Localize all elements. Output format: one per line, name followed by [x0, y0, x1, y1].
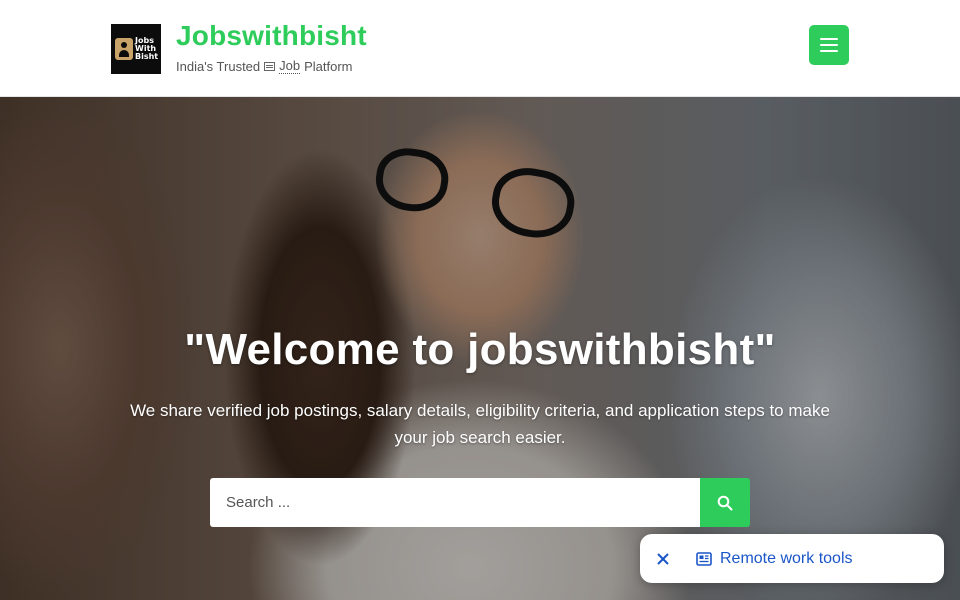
hero-banner: "Welcome to jobswithbisht" We share veri… — [0, 97, 960, 600]
floating-link-chip: Remote work tools — [640, 534, 944, 583]
hero-subtitle: We share verified job postings, salary d… — [130, 401, 830, 447]
hamburger-menu-icon — [820, 38, 838, 40]
person-badge-icon — [115, 38, 133, 60]
logo-line: Bisht — [135, 52, 159, 61]
site-logo[interactable]: Jobs With Bisht — [111, 24, 161, 74]
logo-wordmark: Jobs With Bisht — [135, 37, 159, 61]
hero-title: "Welcome to jobswithbisht" — [184, 325, 776, 374]
chip-link-label: Remote work tools — [720, 549, 853, 567]
tagline-job-word: Job — [279, 58, 301, 74]
newspaper-icon — [696, 551, 712, 566]
tagline-text-start: India's Trusted — [176, 58, 261, 74]
site-header: Jobs With Bisht Jobswithbisht India's Tr… — [0, 0, 960, 97]
search-button[interactable] — [700, 478, 750, 527]
hamburger-menu-icon — [820, 44, 838, 46]
hamburger-menu-icon — [820, 50, 838, 52]
site-title[interactable]: Jobswithbisht — [176, 20, 367, 52]
search-input[interactable] — [210, 478, 700, 527]
menu-toggle-button[interactable] — [809, 25, 849, 65]
chip-close-button[interactable] — [640, 534, 686, 583]
close-icon — [657, 552, 669, 565]
remote-work-tools-link[interactable]: Remote work tools — [696, 550, 853, 568]
newspaper-icon — [264, 61, 276, 71]
search-icon — [717, 495, 733, 510]
tagline-text-end: Platform — [304, 58, 353, 74]
site-tagline: India's Trusted Job Platform — [176, 58, 353, 74]
